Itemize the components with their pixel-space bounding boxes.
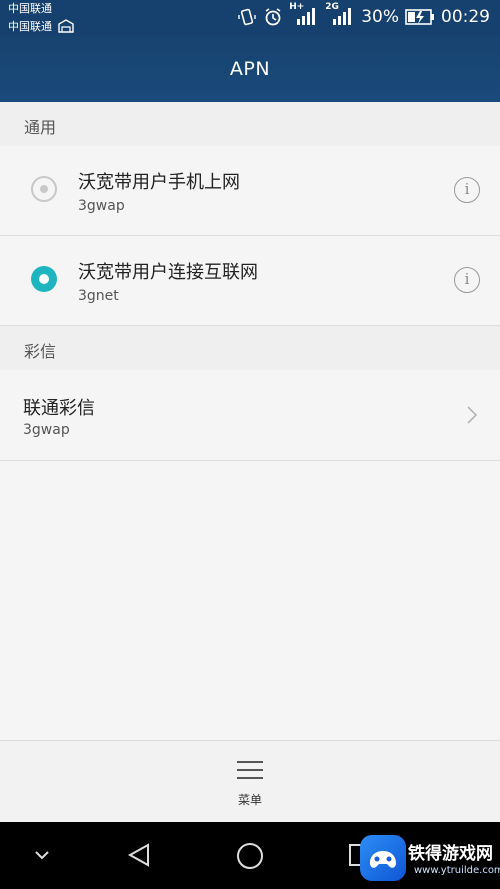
radio-selected[interactable] <box>31 266 57 292</box>
info-icon[interactable]: i <box>454 177 480 203</box>
radio-unselected[interactable] <box>31 176 57 202</box>
chevron-right-icon <box>467 406 478 424</box>
battery-charging-icon <box>405 9 434 25</box>
battery-percent: 30% <box>361 7 399 27</box>
signal-1: H+ <box>289 2 319 27</box>
apn-row-2[interactable]: 沃宽带用户连接互联网 3gnet i <box>0 236 500 326</box>
clock: 00:29 <box>441 7 490 27</box>
signal-bars-icon <box>297 8 316 25</box>
menu-icon <box>237 761 263 779</box>
status-bar: 中国联通 中国联通 H+ 2G 30% 00:29 <box>0 0 500 36</box>
mms-row[interactable]: 联通彩信 3gwap <box>0 370 500 461</box>
watermark-logo-icon <box>360 835 406 881</box>
section-header-mms: 彩信 <box>0 326 500 371</box>
mms-title: 联通彩信 <box>23 398 95 419</box>
section-title: 通用 <box>24 118 57 137</box>
vibrate-icon <box>238 8 256 26</box>
building-icon <box>58 19 74 33</box>
apn-subtitle: 3gnet <box>78 288 119 304</box>
watermark: 铁得游戏网 www.ytruilde.com <box>360 827 500 889</box>
apn-row-1[interactable]: 沃宽带用户手机上网 3gwap i <box>0 146 500 236</box>
info-icon[interactable]: i <box>454 267 480 293</box>
menu-button[interactable]: 菜单 <box>220 759 280 819</box>
apn-subtitle: 3gwap <box>78 198 125 214</box>
section-header-general: 通用 <box>0 102 500 147</box>
section-title: 彩信 <box>24 342 57 361</box>
carrier-1: 中国联通 <box>8 2 52 15</box>
signal-2: 2G <box>325 2 355 27</box>
menu-label: 菜单 <box>237 793 262 807</box>
watermark-text: 铁得游戏网 <box>408 844 493 864</box>
app-bar: APN <box>0 36 500 102</box>
watermark-url: www.ytruilde.com <box>414 865 500 876</box>
page-title: APN <box>229 58 271 80</box>
gamepad-icon <box>370 851 396 868</box>
chevron-down-icon[interactable] <box>34 850 50 860</box>
carrier-info: 中国联通 中国联通 <box>8 1 76 36</box>
status-icons: H+ 2G 30% 00:29 <box>237 2 490 27</box>
apn-title: 沃宽带用户连接互联网 <box>78 262 258 283</box>
back-icon[interactable] <box>126 842 152 868</box>
home-icon[interactable] <box>236 842 264 870</box>
alarm-icon <box>265 8 281 26</box>
bottom-menu-bar: 菜单 <box>0 740 500 823</box>
carrier-2: 中国联通 <box>8 19 52 33</box>
signal-bars-icon <box>333 8 352 25</box>
mms-subtitle: 3gwap <box>23 422 70 438</box>
apn-title: 沃宽带用户手机上网 <box>78 172 240 193</box>
